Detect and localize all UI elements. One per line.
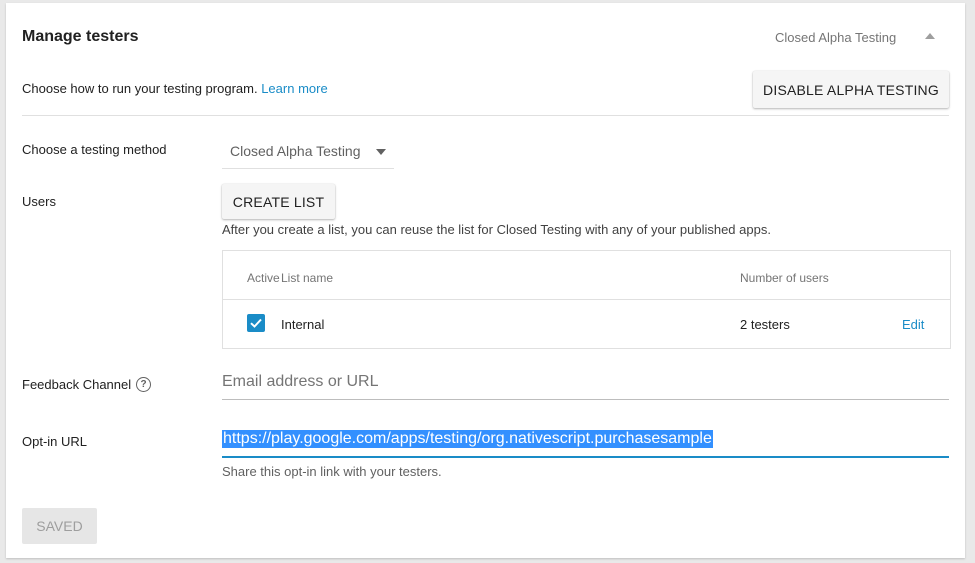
manage-testers-card: Manage testers Closed Alpha Testing Choo… — [6, 3, 965, 558]
tester-lists-table: Active List name Number of users Interna… — [222, 250, 951, 349]
learn-more-link[interactable]: Learn more — [261, 81, 327, 96]
optin-url-help: Share this opt-in link with your testers… — [222, 464, 442, 479]
users-note: After you create a list, you can reuse t… — [222, 222, 771, 237]
section-status[interactable]: Closed Alpha Testing — [775, 30, 896, 45]
testing-method-label: Choose a testing method — [22, 142, 167, 157]
testing-method-select[interactable]: Closed Alpha Testing — [222, 134, 394, 169]
chevron-up-icon[interactable] — [925, 33, 935, 39]
column-header-active: Active — [247, 271, 280, 285]
optin-url-value: https://play.google.com/apps/testing/org… — [222, 430, 713, 448]
feedback-channel-input[interactable] — [222, 365, 949, 400]
row-divider — [223, 299, 950, 300]
feedback-channel-label: Feedback Channel — [22, 377, 132, 392]
divider — [22, 115, 949, 116]
column-header-number-of-users: Number of users — [740, 271, 829, 285]
user-count-cell: 2 testers — [740, 317, 790, 332]
optin-url-label: Opt-in URL — [22, 434, 88, 449]
intro-label: Choose how to run your testing program. — [22, 81, 258, 96]
disable-alpha-testing-button[interactable]: Disable Alpha Testing — [753, 71, 949, 108]
column-header-list-name: List name — [281, 271, 334, 285]
list-name-cell: Internal — [281, 317, 325, 332]
caret-down-icon — [376, 149, 386, 155]
edit-link[interactable]: Edit — [902, 317, 924, 332]
users-label: Users — [22, 194, 56, 209]
saved-button[interactable]: Saved — [22, 508, 97, 544]
section-title: Manage testers — [22, 28, 139, 45]
checkmark-icon — [250, 318, 262, 328]
testing-method-value: Closed Alpha Testing — [230, 143, 361, 159]
optin-url-field[interactable]: https://play.google.com/apps/testing/org… — [222, 427, 949, 458]
active-checkbox[interactable] — [247, 314, 265, 332]
create-list-button[interactable]: Create List — [222, 184, 335, 219]
intro-text: Choose how to run your testing program. … — [22, 81, 328, 96]
question-circle-icon[interactable]: ? — [136, 377, 151, 392]
